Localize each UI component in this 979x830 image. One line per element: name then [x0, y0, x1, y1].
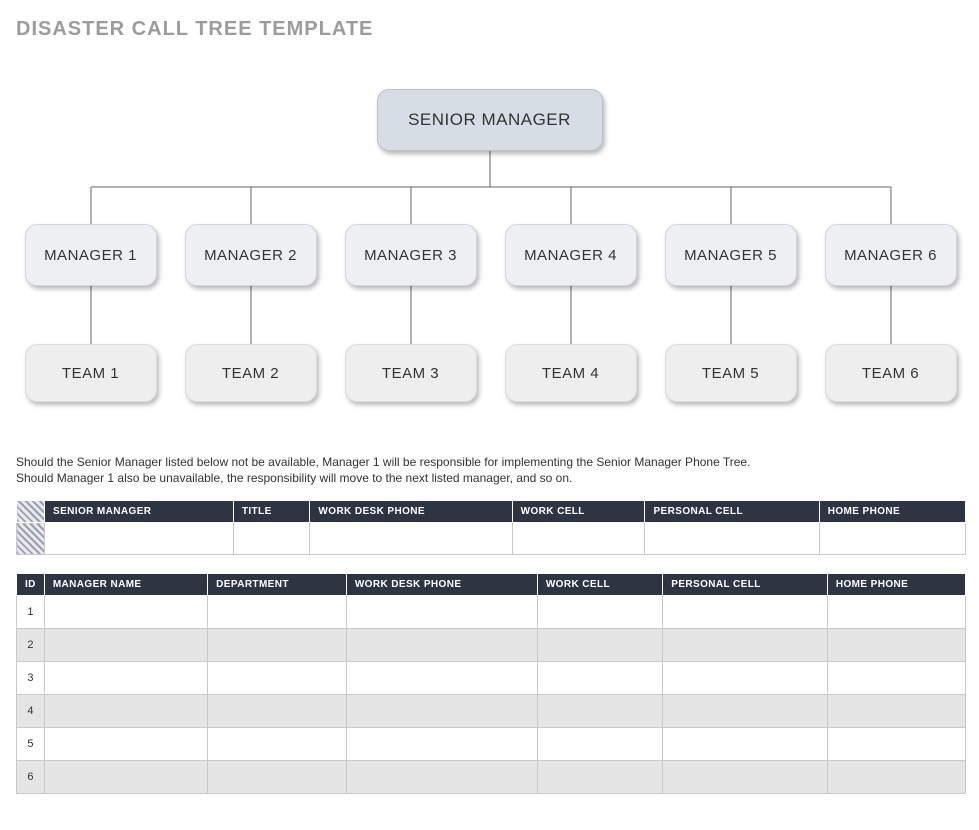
node-manager-4: MANAGER 4 — [505, 224, 637, 286]
cell-department[interactable] — [208, 728, 347, 761]
cell-home-phone[interactable] — [827, 662, 965, 695]
explanation-line-2: Should Manager 1 also be unavailable, th… — [16, 470, 963, 486]
cell-work-cell[interactable] — [537, 629, 662, 662]
cell-manager-name[interactable] — [44, 695, 207, 728]
node-team-2: TEAM 2 — [185, 344, 317, 402]
table-header-row: SENIOR MANAGER TITLE WORK DESK PHONE WOR… — [17, 501, 966, 523]
node-manager-2: MANAGER 2 — [185, 224, 317, 286]
cell-personal-cell[interactable] — [645, 523, 819, 555]
cell-home-phone[interactable] — [819, 523, 965, 555]
cell-work-desk-phone[interactable] — [346, 629, 537, 662]
cell-home-phone[interactable] — [827, 629, 965, 662]
cell-work-desk-phone[interactable] — [310, 523, 512, 555]
cell-department[interactable] — [208, 629, 347, 662]
cell-work-cell[interactable] — [537, 596, 662, 629]
cell-id: 3 — [17, 662, 45, 695]
cell-id: 5 — [17, 728, 45, 761]
table-row: 4 — [17, 695, 966, 728]
cell-manager-name[interactable] — [44, 728, 207, 761]
cell-personal-cell[interactable] — [663, 728, 828, 761]
cell-department[interactable] — [208, 761, 347, 794]
cell-id: 4 — [17, 695, 45, 728]
cell-work-desk-phone[interactable] — [346, 728, 537, 761]
cell-senior-manager[interactable] — [45, 523, 234, 555]
header-blank — [17, 501, 45, 523]
cell-personal-cell[interactable] — [663, 662, 828, 695]
node-team-5: TEAM 5 — [665, 344, 797, 402]
node-team-4: TEAM 4 — [505, 344, 637, 402]
cell-manager-name[interactable] — [44, 761, 207, 794]
cell-manager-name[interactable] — [44, 662, 207, 695]
cell-department[interactable] — [208, 596, 347, 629]
cell-work-cell[interactable] — [537, 695, 662, 728]
node-manager-1: MANAGER 1 — [25, 224, 157, 286]
cell-work-desk-phone[interactable] — [346, 761, 537, 794]
header-senior-manager: SENIOR MANAGER — [45, 501, 234, 523]
node-manager-3: MANAGER 3 — [345, 224, 477, 286]
header-department: DEPARTMENT — [208, 574, 347, 596]
node-team-3: TEAM 3 — [345, 344, 477, 402]
cell-work-desk-phone[interactable] — [346, 596, 537, 629]
node-senior-manager: SENIOR MANAGER — [377, 89, 603, 151]
header-work-cell: WORK CELL — [512, 501, 645, 523]
node-manager-5: MANAGER 5 — [665, 224, 797, 286]
cell-work-cell[interactable] — [512, 523, 645, 555]
cell-department[interactable] — [208, 695, 347, 728]
cell-work-cell[interactable] — [537, 662, 662, 695]
cell-home-phone[interactable] — [827, 695, 965, 728]
header-work-desk-phone: WORK DESK PHONE — [346, 574, 537, 596]
header-title: TITLE — [233, 501, 310, 523]
table-row — [17, 523, 966, 555]
table-row: 3 — [17, 662, 966, 695]
node-team-1: TEAM 1 — [25, 344, 157, 402]
header-home-phone: HOME PHONE — [827, 574, 965, 596]
cell-work-cell[interactable] — [537, 761, 662, 794]
cell-home-phone[interactable] — [827, 596, 965, 629]
cell-personal-cell[interactable] — [663, 761, 828, 794]
node-team-6: TEAM 6 — [825, 344, 957, 402]
header-personal-cell: PERSONAL CELL — [645, 501, 819, 523]
cell-home-phone[interactable] — [827, 761, 965, 794]
cell-title[interactable] — [233, 523, 310, 555]
cell-work-cell[interactable] — [537, 728, 662, 761]
table-row: 2 — [17, 629, 966, 662]
explanation-line-1: Should the Senior Manager listed below n… — [16, 454, 963, 470]
row-marker — [17, 523, 45, 555]
cell-personal-cell[interactable] — [663, 629, 828, 662]
header-work-desk-phone: WORK DESK PHONE — [310, 501, 512, 523]
cell-id: 2 — [17, 629, 45, 662]
explanation-text: Should the Senior Manager listed below n… — [16, 454, 963, 486]
header-id: ID — [17, 574, 45, 596]
header-manager-name: MANAGER NAME — [44, 574, 207, 596]
header-work-cell: WORK CELL — [537, 574, 662, 596]
senior-manager-table: SENIOR MANAGER TITLE WORK DESK PHONE WOR… — [16, 500, 966, 555]
cell-department[interactable] — [208, 662, 347, 695]
cell-home-phone[interactable] — [827, 728, 965, 761]
org-tree: SENIOR MANAGER MANAGER 1 MANAGER 2 MANAG… — [17, 69, 963, 424]
cell-personal-cell[interactable] — [663, 596, 828, 629]
table-header-row: ID MANAGER NAME DEPARTMENT WORK DESK PHO… — [17, 574, 966, 596]
header-personal-cell: PERSONAL CELL — [663, 574, 828, 596]
node-manager-6: MANAGER 6 — [825, 224, 957, 286]
table-row: 5 — [17, 728, 966, 761]
cell-personal-cell[interactable] — [663, 695, 828, 728]
table-row: 1 — [17, 596, 966, 629]
cell-manager-name[interactable] — [44, 596, 207, 629]
header-home-phone: HOME PHONE — [819, 501, 965, 523]
managers-table: ID MANAGER NAME DEPARTMENT WORK DESK PHO… — [16, 573, 966, 794]
page-title: DISASTER CALL TREE TEMPLATE — [16, 18, 963, 41]
cell-manager-name[interactable] — [44, 629, 207, 662]
cell-id: 1 — [17, 596, 45, 629]
table-row: 6 — [17, 761, 966, 794]
cell-work-desk-phone[interactable] — [346, 662, 537, 695]
cell-id: 6 — [17, 761, 45, 794]
cell-work-desk-phone[interactable] — [346, 695, 537, 728]
